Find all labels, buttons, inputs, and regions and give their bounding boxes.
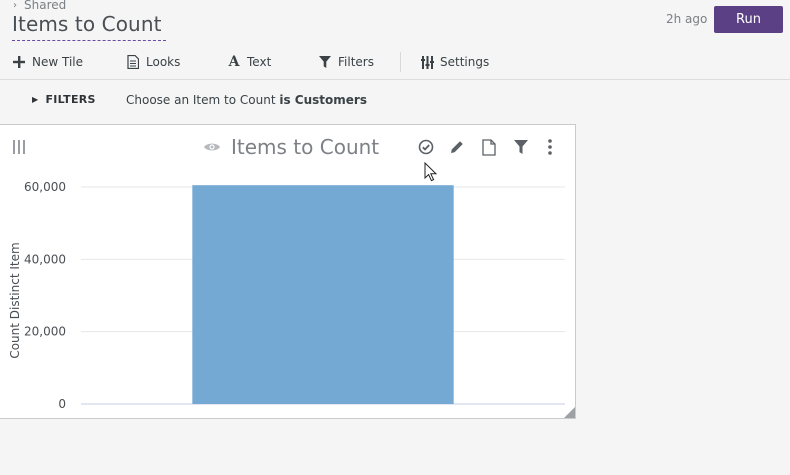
- filter-summary-field: Choose an Item to Count: [126, 93, 276, 107]
- run-button[interactable]: Run: [714, 6, 783, 33]
- y-tick-label: 20,000: [24, 325, 66, 339]
- breadcrumb-shared[interactable]: Shared: [24, 0, 66, 12]
- bar-chart: 0 20,000 40,000 60,000 Count Distinct Item: [8, 180, 565, 411]
- funnel-icon: [318, 55, 332, 69]
- document-icon: [126, 55, 140, 69]
- looks-label: Looks: [146, 55, 181, 69]
- last-run-time: 2h ago: [666, 12, 708, 26]
- filters-label: Filters: [338, 55, 374, 69]
- settings-button[interactable]: Settings: [420, 53, 489, 71]
- page-title[interactable]: Items to Count: [12, 12, 162, 36]
- new-tile-label: New Tile: [32, 55, 83, 69]
- text-button[interactable]: A Text: [227, 53, 272, 71]
- y-tick-label: 0: [58, 397, 66, 411]
- plus-icon: [12, 55, 26, 69]
- sliders-icon: [420, 55, 434, 69]
- title-underline: [12, 40, 166, 41]
- mouse-cursor-icon: [424, 162, 438, 182]
- filter-summary[interactable]: Choose an Item to Count is Customers: [126, 93, 367, 107]
- dashboard-tile[interactable]: Items to Count 0 20,000 40,000 60,000 Count …: [0, 124, 576, 419]
- filters-button[interactable]: Filters: [318, 53, 374, 71]
- y-axis-label: Count Distinct Item: [8, 242, 22, 358]
- dashboard-page: › Shared Items to Count 2h ago Run New T…: [0, 0, 790, 475]
- y-tick-label: 60,000: [24, 180, 66, 194]
- resize-handle[interactable]: [564, 407, 575, 418]
- new-tile-button[interactable]: New Tile: [12, 53, 83, 71]
- caret-right-icon: ▶: [32, 95, 39, 104]
- settings-label: Settings: [440, 55, 490, 69]
- y-tick-label: 40,000: [24, 252, 66, 266]
- filter-summary-value: is Customers: [279, 93, 367, 107]
- text-icon: A: [228, 54, 240, 70]
- looks-button[interactable]: Looks: [126, 53, 180, 71]
- dashboard-toolbar: New Tile Looks A Text Filters Settings: [0, 44, 790, 80]
- chart-bar: [192, 185, 454, 404]
- breadcrumb[interactable]: › Shared: [13, 0, 66, 12]
- chevron-right-icon: ›: [13, 0, 17, 11]
- filters-bar: ▶ FILTERS Choose an Item to Count is Cus…: [0, 81, 790, 117]
- filters-toggle[interactable]: ▶ FILTERS: [32, 93, 96, 106]
- filters-toggle-label: FILTERS: [45, 93, 96, 106]
- toolbar-divider: [400, 52, 401, 72]
- text-label: Text: [247, 55, 272, 69]
